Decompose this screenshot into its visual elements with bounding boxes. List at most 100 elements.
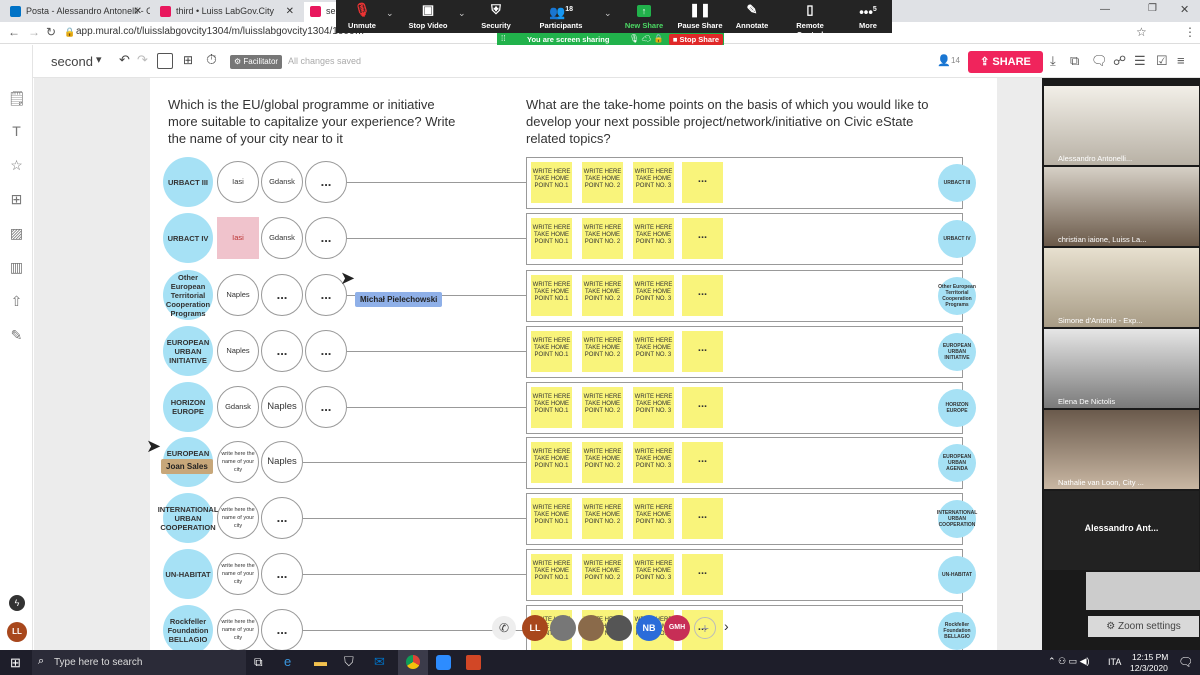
windows-start-icon[interactable]: ⊞ [10, 655, 21, 671]
chevron-right-icon[interactable]: › [724, 618, 729, 634]
sticky-note[interactable]: WRITE HERE TAKE HOME POINT NO. 3 [633, 554, 674, 595]
sticky-note[interactable]: WRITE HERE TAKE HOME POINT NO. 3 [633, 498, 674, 539]
sticky-note[interactable]: ... [682, 387, 723, 428]
city-circle[interactable]: write here the name of your city [217, 553, 259, 595]
clock-date[interactable]: 12/3/2020 [1130, 663, 1168, 673]
check-icon[interactable]: ☑ [1156, 53, 1168, 69]
programme-circle-small[interactable]: EUROPEAN URBAN AGENDA [938, 444, 976, 482]
city-circle[interactable]: Naples [261, 386, 303, 428]
programme-circle[interactable]: Rockfeller Foundation BELLAGIO [163, 605, 213, 655]
avatar[interactable]: GMH [664, 615, 690, 641]
annotate-button[interactable]: ✎ Annotate [732, 0, 772, 33]
city-circle[interactable]: ... [261, 609, 303, 651]
phone-icon[interactable]: ✆ [492, 616, 516, 640]
programme-circle-small[interactable]: Other European Territorial Cooperation P… [938, 277, 976, 315]
reload-icon[interactable]: ↻ [46, 25, 56, 39]
sticky-note[interactable]: WRITE HERE TAKE HOME POINT NO. 3 [633, 442, 674, 483]
sticky-note[interactable]: ... [682, 331, 723, 372]
file-upload-icon[interactable]: ⇧ [8, 293, 25, 310]
back-icon[interactable]: ← [8, 25, 20, 39]
sticky-note[interactable]: ... [682, 498, 723, 539]
facilitator-badge[interactable]: ⚙ Facilitator [230, 55, 283, 69]
redo-icon[interactable]: ↷ [137, 52, 148, 68]
sticky-note[interactable]: WRITE HERE TAKE HOME POINT NO. 2 [582, 218, 623, 259]
grid-icon[interactable]: ⊞ [183, 53, 193, 67]
city-circle[interactable]: Iasi [217, 217, 259, 259]
language-indicator[interactable]: ITA [1108, 657, 1121, 667]
text-icon[interactable]: T [8, 123, 25, 140]
city-circle[interactable]: ... [261, 330, 303, 372]
sticky-note[interactable]: ... [682, 275, 723, 316]
programme-circle-small[interactable]: INTERNATIONAL URBAN COOPERATION [937, 500, 977, 538]
taskbar-search[interactable]: ⌕ Type here to search [32, 650, 246, 675]
programme-circle[interactable]: Other European Territorial Cooperation P… [163, 270, 213, 320]
video-tile-active[interactable]: Alessandro Ant... [1044, 491, 1199, 570]
mural-menu-icon[interactable]: ≡ [1177, 53, 1185, 68]
store-icon[interactable]: ⛉ [344, 654, 354, 670]
undo-icon[interactable]: ↶ [119, 52, 130, 68]
city-circle[interactable]: Naples [261, 441, 303, 483]
chevron-down-icon[interactable]: ⌄ [604, 8, 612, 19]
sticky-note[interactable]: WRITE HERE TAKE HOME POINT NO. 3 [633, 162, 674, 203]
sticky-note[interactable]: WRITE HERE TAKE HOME POINT NO.1 [531, 387, 572, 428]
activity-icon[interactable]: ☍ [1113, 53, 1126, 69]
city-circle[interactable]: Gdansk [217, 386, 259, 428]
close-icon[interactable]: ✕ [134, 6, 142, 17]
video-tile[interactable]: Alessandro Antonelli... [1044, 86, 1199, 165]
shapes-icon[interactable]: ☆ [8, 157, 25, 174]
programme-circle-small[interactable]: Rockfeller Foundation BELLAGIO [938, 612, 976, 650]
remote-control-button[interactable]: ▯ Remote Control [782, 0, 838, 39]
city-circle[interactable]: ... [305, 330, 347, 372]
browser-tab-second[interactable]: se [304, 2, 336, 22]
forward-icon[interactable]: → [28, 25, 40, 39]
outline-list-icon[interactable]: ☰ [1134, 53, 1146, 69]
city-circle[interactable]: ... [305, 217, 347, 259]
city-circle[interactable]: write here the name of your city [217, 441, 259, 483]
user-avatar[interactable]: LL [7, 622, 27, 642]
chrome-icon[interactable] [398, 650, 428, 675]
avatar[interactable]: NB [636, 615, 662, 641]
frameworks-icon[interactable]: ⊞ [8, 191, 25, 208]
participants-button[interactable]: 👥18 Participants [534, 0, 588, 33]
stop-video-button[interactable]: ▣ Stop Video [406, 0, 450, 33]
video-tile[interactable]: Simone d'Antonio - Exp... [1044, 248, 1199, 327]
city-circle[interactable]: Iasi [217, 161, 259, 203]
zoom-settings-button[interactable]: ⚙ Zoom settings [1088, 616, 1199, 637]
avatar-photo[interactable] [550, 615, 576, 641]
drag-handle-icon[interactable]: ⁞⁞ [501, 34, 505, 43]
unmute-button[interactable]: 🎙 Unmute [340, 0, 384, 33]
notifications-icon[interactable]: 🗨 [1178, 655, 1193, 669]
programme-circle[interactable]: INTERNATIONAL URBAN COOPERATION [158, 493, 218, 543]
sticky-note-icon[interactable]: 🗒 [8, 90, 26, 107]
avatar-photo[interactable] [606, 615, 632, 641]
sticky-note[interactable]: ... [682, 162, 723, 203]
chevron-down-icon[interactable]: ⌄ [386, 8, 394, 19]
video-tile[interactable]: Elena De Nictolis [1044, 329, 1199, 408]
add-collaborator-icon[interactable]: + [694, 617, 716, 639]
programme-circle-small[interactable]: HORIZON EUROPE [938, 389, 976, 427]
sticky-note[interactable]: WRITE HERE TAKE HOME POINT NO.1 [531, 331, 572, 372]
security-button[interactable]: ⛨ Security [474, 0, 518, 33]
sticky-note[interactable]: ... [682, 442, 723, 483]
zoom-app-icon[interactable] [436, 655, 451, 670]
sticky-note[interactable]: WRITE HERE TAKE HOME POINT NO.1 [531, 442, 572, 483]
stop-share-button[interactable]: ■ Stop Share [669, 34, 723, 45]
close-window-icon[interactable]: ✕ [1180, 3, 1189, 16]
new-share-button[interactable]: ↑ New Share [622, 0, 666, 33]
sticky-note[interactable]: WRITE HERE TAKE HOME POINT NO.1 [531, 275, 572, 316]
city-circle[interactable]: Naples [217, 274, 259, 316]
sticky-note[interactable]: WRITE HERE TAKE HOME POINT NO. 2 [582, 498, 623, 539]
sticky-note[interactable]: WRITE HERE TAKE HOME POINT NO. 3 [633, 275, 674, 316]
sticky-note[interactable]: WRITE HERE TAKE HOME POINT NO.1 [531, 498, 572, 539]
video-tile[interactable]: christian iaione, Luiss La... [1044, 167, 1199, 246]
image-icon[interactable]: ▨ [8, 225, 25, 242]
menu-icon[interactable]: ⋮ [1184, 25, 1196, 39]
city-circle[interactable]: Gdansk [261, 217, 303, 259]
programme-circle-small[interactable]: UN-HABITAT [938, 556, 976, 594]
sticky-note[interactable]: WRITE HERE TAKE HOME POINT NO.1 [531, 162, 572, 203]
more-button[interactable]: •••5 More [850, 0, 886, 33]
sticky-note[interactable]: WRITE HERE TAKE HOME POINT NO. 2 [582, 387, 623, 428]
bolt-icon[interactable]: ϟ [9, 595, 25, 611]
sticky-note[interactable]: ... [682, 554, 723, 595]
board-name[interactable]: second [51, 54, 93, 69]
